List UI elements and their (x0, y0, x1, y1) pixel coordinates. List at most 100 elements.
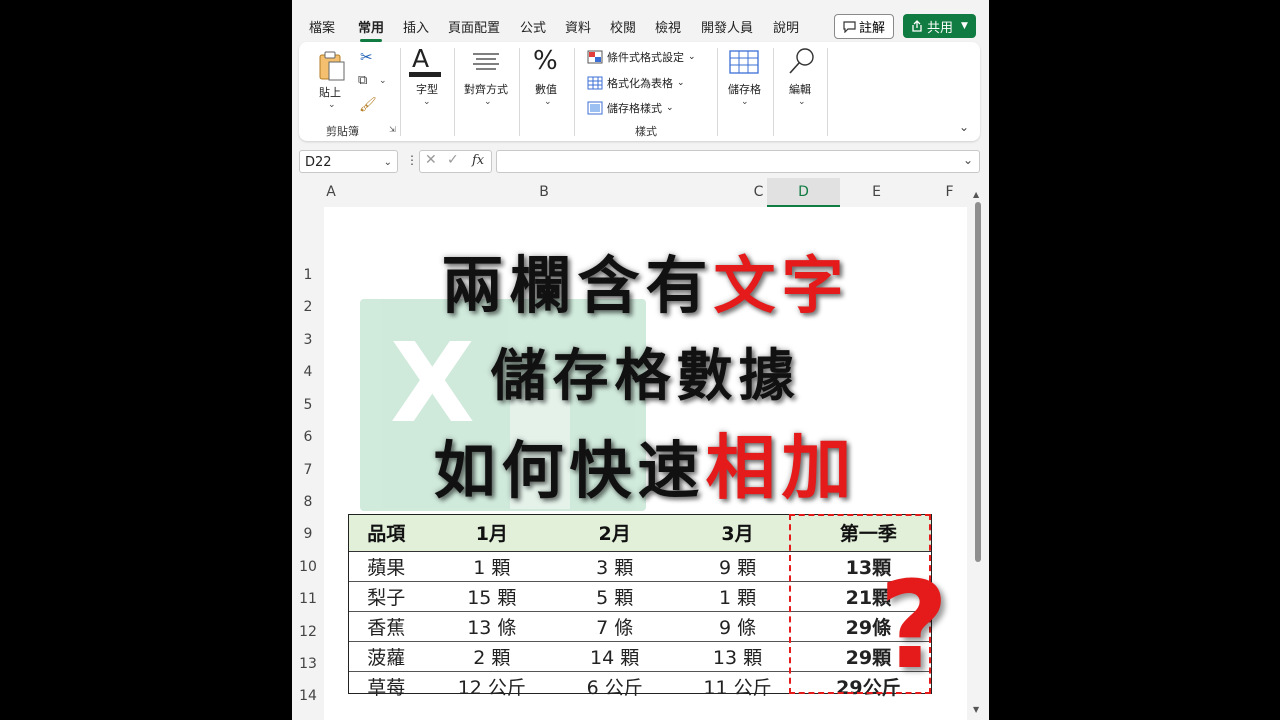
styles-group-label: 樣式 (635, 125, 657, 138)
column-header-e[interactable]: E (840, 178, 913, 207)
name-box-value: D22 (305, 155, 332, 170)
chevron-down-icon: ⌄ (688, 52, 696, 62)
font-icon[interactable]: A (412, 44, 429, 73)
divider (519, 48, 520, 136)
vertical-scrollbar[interactable]: ▲ ▼ (972, 190, 984, 720)
tab-view[interactable]: 檢視 (655, 17, 681, 36)
title-line-3: 如何快速相加 (324, 412, 967, 513)
row-header[interactable]: 10 (292, 559, 324, 575)
conditional-format-label: 條件式格式設定 (607, 51, 684, 64)
chevron-down-icon[interactable]: ⌄ (963, 153, 973, 167)
cell-styles-icon (587, 101, 603, 115)
collapse-ribbon-icon[interactable]: ⌄ (959, 120, 969, 134)
more-options-icon[interactable]: ⋮ (406, 153, 418, 167)
enter-icon[interactable]: ✓ (447, 152, 459, 168)
column-header-d[interactable]: D (767, 178, 840, 207)
row-header[interactable]: 3 (292, 332, 324, 348)
cell-styles-button[interactable]: 儲存格樣式 ⌄ (587, 100, 674, 116)
chevron-down-icon[interactable]: ⌄ (798, 97, 806, 107)
title-line-3-text: 如何快速 (433, 434, 706, 507)
format-painter-icon[interactable]: 🖌 (359, 97, 377, 113)
row-header[interactable]: 13 (292, 656, 324, 672)
tab-help[interactable]: 說明 (773, 17, 799, 36)
alignment-icon[interactable] (471, 52, 501, 74)
row-header[interactable]: 8 (292, 494, 324, 510)
paste-icon[interactable] (317, 50, 347, 82)
tab-review[interactable]: 校閱 (610, 17, 636, 36)
copy-icon[interactable]: ⧉ (358, 73, 367, 88)
column-header-c[interactable]: C (750, 178, 767, 207)
share-icon (912, 20, 922, 32)
cells-label[interactable]: 儲存格 (728, 81, 761, 97)
column-headers: A B C D E F (292, 178, 989, 207)
chevron-down-icon[interactable]: ⌄ (384, 151, 392, 174)
chevron-down-icon[interactable]: ⌄ (328, 100, 336, 110)
excel-window: 檔案 常用 插入 頁面配置 公式 資料 校閱 檢視 開發人員 說明 註解 共用 … (292, 0, 989, 720)
tab-formulas[interactable]: 公式 (520, 17, 546, 36)
chevron-down-icon[interactable]: ⌄ (741, 97, 749, 107)
row-header[interactable]: 6 (292, 429, 324, 445)
column-header-a[interactable]: A (324, 178, 338, 207)
editing-label[interactable]: 編輯 (789, 81, 811, 97)
chevron-down-icon[interactable]: ⌄ (544, 97, 552, 107)
search-icon[interactable] (787, 46, 817, 76)
row-header[interactable]: 1 (292, 267, 324, 283)
formula-controls: ✕ ✓ fx (419, 150, 492, 173)
formula-input[interactable]: ⌄ (496, 150, 980, 173)
tab-insert[interactable]: 插入 (403, 17, 429, 36)
title-line-2: 儲存格數據 (324, 331, 967, 412)
tab-developer[interactable]: 開發人員 (701, 17, 753, 36)
question-mark: ? (879, 557, 949, 696)
share-button[interactable]: 共用 ▼ (903, 14, 976, 38)
title-line-1-highlight: 文字 (713, 249, 850, 322)
scroll-up-icon[interactable]: ▲ (973, 190, 979, 199)
row-header[interactable]: 11 (292, 591, 324, 607)
chevron-down-icon[interactable]: ⌄ (379, 76, 387, 86)
row-header[interactable]: 5 (292, 397, 324, 413)
chevron-down-icon[interactable]: ▼ (961, 21, 968, 31)
comments-button[interactable]: 註解 (834, 14, 894, 39)
row-header[interactable]: 14 (292, 688, 324, 704)
chevron-down-icon[interactable]: ⌄ (423, 97, 431, 107)
dialog-launcher-icon[interactable]: ⇲ (389, 125, 396, 134)
format-as-table-button[interactable]: 格式化為表格 ⌄ (587, 75, 685, 91)
insert-function-icon[interactable]: fx (472, 153, 484, 168)
title-line-3-highlight: 相加 (705, 427, 858, 509)
chevron-down-icon[interactable]: ⌄ (484, 97, 492, 107)
tab-page-layout[interactable]: 頁面配置 (448, 17, 500, 36)
divider (827, 48, 828, 136)
row-header[interactable]: 9 (292, 526, 324, 542)
ribbon: 貼上 ⌄ ✂ ⧉ ⌄ 🖌 剪貼簿 ⇲ A 字型 ⌄ 對齊方式 ⌄ % 數值 ⌄ … (299, 42, 980, 141)
row-header[interactable]: 2 (292, 299, 324, 315)
row-headers: 1 2 3 4 5 6 7 8 9 10 11 12 13 14 (292, 207, 324, 720)
name-box[interactable]: D22 ⌄ (299, 150, 398, 173)
scroll-down-icon[interactable]: ▼ (973, 705, 979, 714)
comment-icon (843, 20, 856, 33)
row-header[interactable]: 7 (292, 462, 324, 478)
tab-data[interactable]: 資料 (565, 17, 591, 36)
cancel-icon[interactable]: ✕ (425, 152, 437, 168)
title-line-1: 兩欄含有文字 (324, 235, 967, 325)
row-header[interactable]: 4 (292, 364, 324, 380)
title-line-2-text: 儲存格數據 (490, 344, 801, 409)
alignment-label[interactable]: 對齊方式 (464, 81, 508, 97)
format-as-table-label: 格式化為表格 (607, 77, 673, 90)
cells-icon[interactable] (729, 48, 759, 76)
number-label[interactable]: 數值 (535, 81, 557, 97)
cut-icon[interactable]: ✂ (360, 48, 373, 66)
column-header-b[interactable]: B (338, 178, 750, 207)
scrollbar-thumb[interactable] (975, 202, 981, 562)
tab-file[interactable]: 檔案 (309, 17, 335, 36)
share-label: 共用 (927, 20, 954, 36)
divider (773, 48, 774, 136)
row-header[interactable]: 12 (292, 624, 324, 640)
tab-home[interactable]: 常用 (358, 17, 384, 42)
worksheet[interactable]: X 兩欄含有文字 儲存格數據 如何快速相加 品項 1月 2月 3月 第一季 蘋果… (324, 207, 967, 720)
font-label[interactable]: 字型 (416, 81, 438, 97)
paste-label[interactable]: 貼上 (319, 84, 341, 100)
conditional-format-button[interactable]: 條件式格式設定 ⌄ (587, 49, 696, 65)
cell-styles-label: 儲存格樣式 (607, 102, 662, 115)
font-color-bar (409, 72, 441, 77)
divider (454, 48, 455, 136)
percent-icon[interactable]: % (533, 46, 558, 76)
